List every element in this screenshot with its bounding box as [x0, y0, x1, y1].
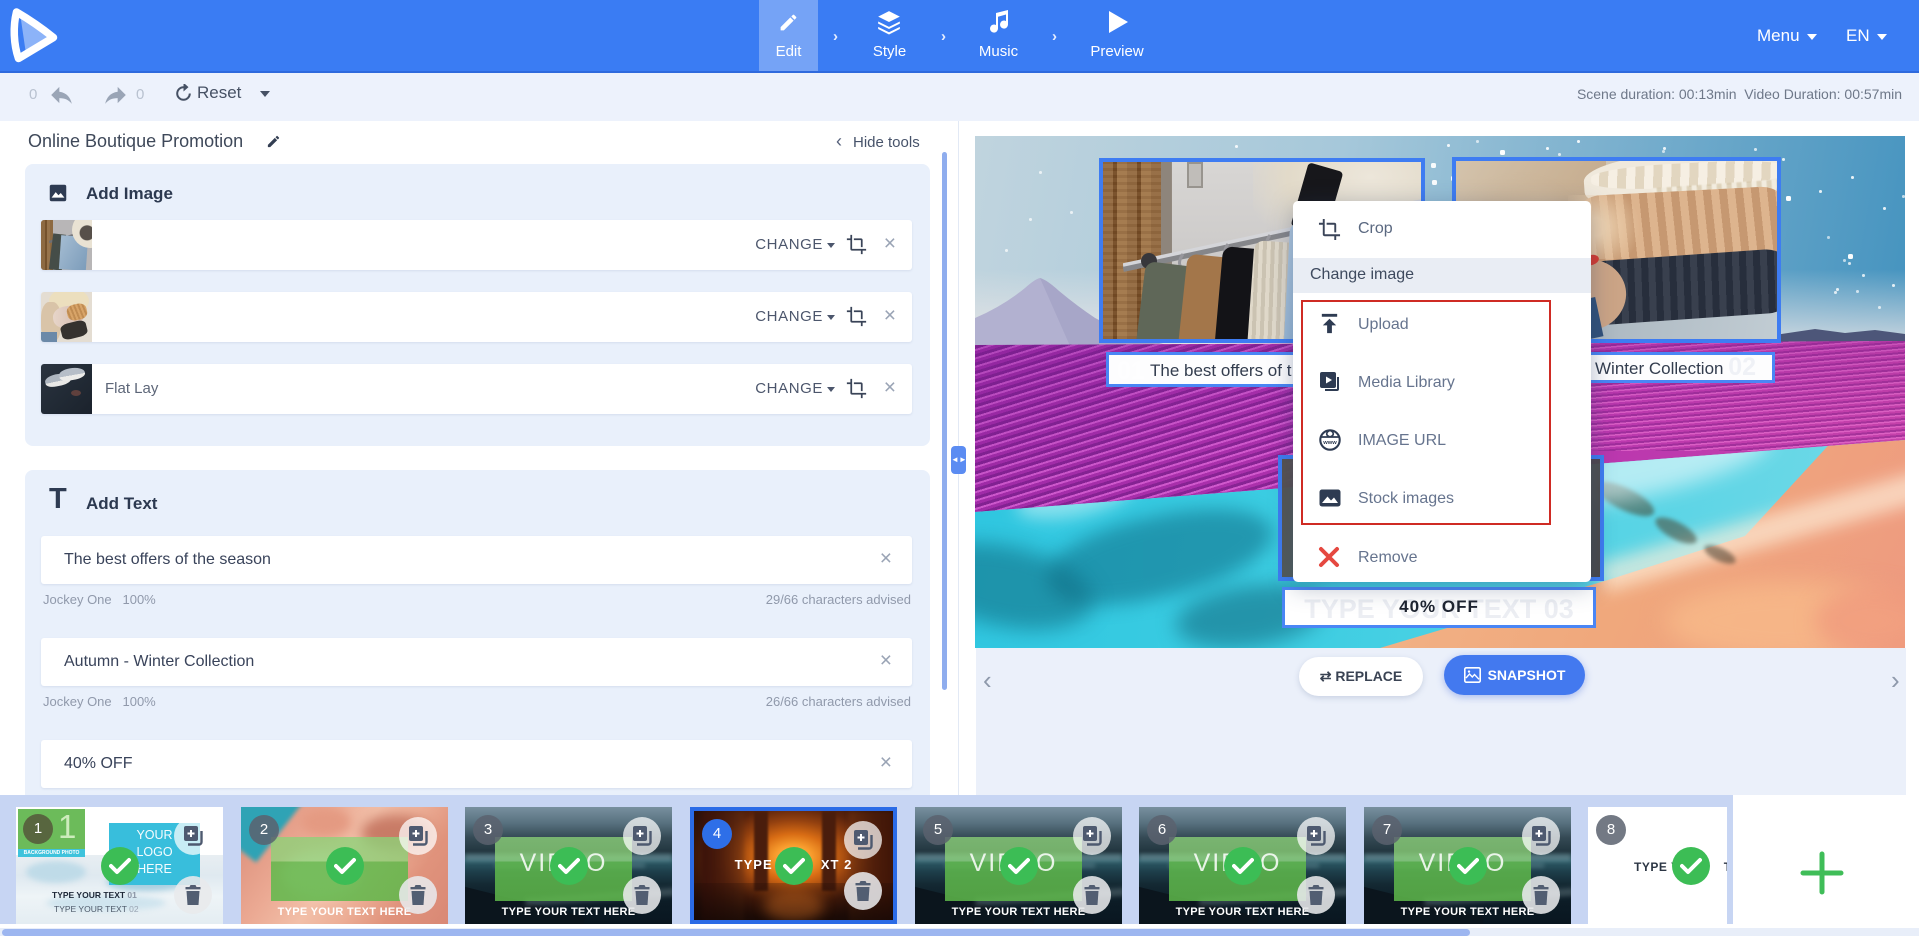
- svg-text:www: www: [1322, 440, 1337, 446]
